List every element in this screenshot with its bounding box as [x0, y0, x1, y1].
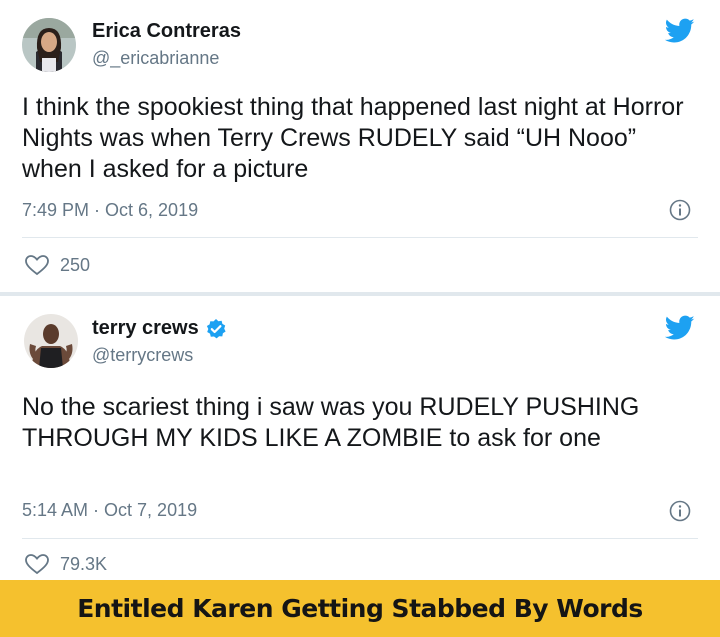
like-button[interactable]: 79.3K [24, 553, 107, 575]
author-name[interactable]: terry crews [92, 317, 227, 340]
tweet-text: No the scariest thing i saw was you RUDE… [22, 393, 640, 452]
info-icon[interactable] [669, 199, 691, 221]
divider [22, 538, 698, 539]
tweet-text: I think the spookiest thing that happene… [22, 93, 684, 183]
heart-icon[interactable] [24, 254, 50, 276]
like-button[interactable]: 250 [24, 254, 90, 276]
avatar-terry[interactable] [24, 314, 78, 368]
like-count: 79.3K [60, 553, 108, 574]
author-handle[interactable]: @_ericabrianne [92, 48, 219, 69]
author-name-text[interactable]: terry crews [92, 317, 199, 340]
info-icon[interactable] [669, 500, 691, 522]
caption-text: Entitled Karen Getting Stabbed By Words [77, 594, 643, 623]
avatar-erica[interactable] [22, 18, 76, 72]
tweet-timestamp[interactable]: 5:14 AM · Oct 7, 2019 [22, 500, 197, 521]
author-name[interactable]: Erica Contreras [92, 20, 241, 43]
tweet-card-erica: Erica Contreras @_ericabrianne I think t… [0, 0, 720, 292]
twitter-bird-icon [665, 18, 695, 43]
verified-badge-icon [206, 318, 226, 338]
author-handle[interactable]: @terrycrews [92, 345, 193, 366]
like-count: 250 [60, 254, 91, 275]
tweet-separator [0, 292, 720, 296]
tweet-timestamp[interactable]: 7:49 PM · Oct 6, 2019 [22, 200, 198, 221]
heart-icon[interactable] [24, 553, 50, 575]
divider [22, 237, 698, 238]
author-name-text[interactable]: Erica Contreras [92, 20, 241, 43]
twitter-bird-icon [665, 315, 695, 340]
caption-banner: Entitled Karen Getting Stabbed By Words [0, 580, 720, 637]
